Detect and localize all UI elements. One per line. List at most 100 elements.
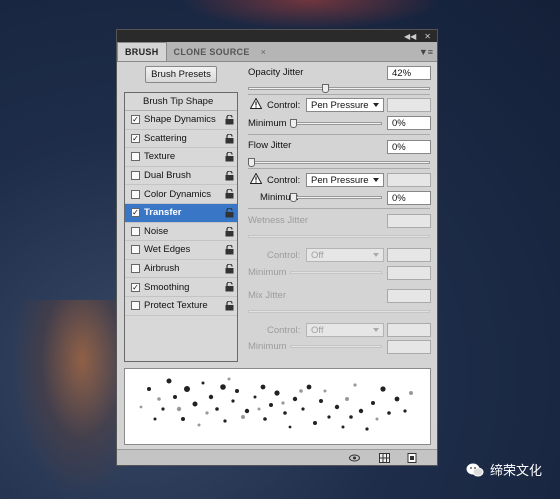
- option-item-shape-dynamics[interactable]: ✓ Shape Dynamics: [125, 111, 237, 130]
- option-checkbox[interactable]: [131, 189, 140, 199]
- chevron-down-icon: [373, 328, 379, 332]
- option-label: Texture: [144, 151, 176, 163]
- warning-icon: [250, 173, 262, 184]
- lock-icon[interactable]: [225, 170, 234, 181]
- option-checkbox[interactable]: ✓: [131, 208, 140, 218]
- option-label: Color Dynamics: [144, 188, 212, 200]
- divider: [248, 134, 430, 135]
- opacity-control-value: Pen Pressure: [311, 99, 369, 111]
- lock-icon[interactable]: [225, 151, 234, 162]
- opacity-minimum-value[interactable]: 0%: [387, 116, 431, 130]
- opacity-minimum-slider[interactable]: [290, 119, 382, 128]
- lock-icon[interactable]: [225, 114, 234, 125]
- option-checkbox[interactable]: [131, 171, 140, 181]
- wetness-minimum-slider: [290, 271, 382, 274]
- brush-eye-icon[interactable]: [349, 453, 360, 463]
- option-label: Transfer: [144, 207, 182, 219]
- wetness-control-value: Off: [311, 249, 324, 261]
- tab-clone-source[interactable]: CLONE SOURCE: [167, 43, 257, 61]
- option-item-noise[interactable]: Noise: [125, 223, 237, 242]
- warning-icon: [250, 98, 262, 109]
- wetness-jitter-value: [387, 214, 431, 228]
- option-checkbox[interactable]: ✓: [131, 133, 140, 143]
- tab-bar: BRUSH CLONE SOURCE × ▼≡: [117, 42, 437, 62]
- wetness-minimum-label: Minimum: [248, 267, 287, 278]
- opacity-control-select[interactable]: Pen Pressure: [306, 98, 384, 112]
- option-label: Dual Brush: [144, 170, 191, 182]
- option-item-transfer[interactable]: ✓ Transfer: [125, 203, 237, 223]
- brush-presets-button[interactable]: Brush Presets: [145, 66, 217, 83]
- mix-control-extra-field: [387, 323, 431, 337]
- flow-minimum-slider-thumb[interactable]: [290, 193, 297, 202]
- wetness-control-label: Control:: [267, 250, 301, 261]
- flow-control-select[interactable]: Pen Pressure: [306, 173, 384, 187]
- opacity-minimum-slider-thumb[interactable]: [290, 119, 297, 128]
- option-label: Wet Edges: [144, 244, 191, 256]
- mix-jitter-value: [387, 289, 431, 303]
- opacity-control-extra-field: [387, 98, 431, 112]
- option-item-color-dynamics[interactable]: Color Dynamics: [125, 185, 237, 204]
- mix-jitter-slider: [248, 310, 430, 313]
- lock-icon[interactable]: [225, 244, 234, 255]
- flow-jitter-slider-thumb[interactable]: [248, 158, 255, 167]
- option-label: Airbrush: [144, 263, 180, 275]
- lock-icon[interactable]: [225, 225, 234, 237]
- opacity-jitter-slider[interactable]: [248, 84, 430, 93]
- option-checkbox[interactable]: [131, 226, 140, 236]
- option-checkbox[interactable]: ✓: [131, 115, 140, 125]
- divider: [248, 208, 430, 209]
- panel-titlebar: ◀◀ ✕: [117, 30, 437, 42]
- lock-icon[interactable]: [225, 300, 234, 311]
- flow-jitter-label: Flow Jitter: [248, 140, 292, 151]
- flow-minimum-value[interactable]: 0%: [387, 191, 431, 205]
- divider: [248, 168, 430, 169]
- chevron-down-icon: [373, 253, 379, 257]
- close-icon[interactable]: ✕: [424, 32, 431, 41]
- mix-control-value: Off: [311, 324, 324, 336]
- option-item-wet-edges[interactable]: Wet Edges: [125, 241, 237, 260]
- watermark-text: 缔荣文化: [489, 463, 542, 478]
- wetness-jitter-label: Wetness Jitter: [248, 215, 309, 226]
- divider: [248, 94, 430, 95]
- option-checkbox[interactable]: [131, 301, 140, 311]
- mix-minimum-slider: [290, 345, 382, 348]
- lock-icon[interactable]: [225, 188, 234, 199]
- flow-jitter-value[interactable]: 0%: [387, 140, 431, 154]
- option-item-dual-brush[interactable]: Dual Brush: [125, 167, 237, 186]
- chevron-down-icon: [373, 103, 379, 107]
- option-item-smoothing[interactable]: ✓ Smoothing: [125, 278, 237, 297]
- new-preset-icon[interactable]: [407, 453, 418, 463]
- lock-icon[interactable]: [225, 281, 234, 292]
- lock-icon[interactable]: [225, 263, 234, 274]
- option-label: Scattering: [144, 132, 187, 144]
- flow-minimum-slider[interactable]: [290, 193, 382, 202]
- option-checkbox[interactable]: ✓: [131, 282, 140, 292]
- lock-icon[interactable]: [225, 207, 234, 218]
- brush-options-list: Brush Tip Shape ✓ Shape Dynamics ✓ Scatteri…: [124, 92, 238, 362]
- mix-minimum-label: Minimum: [248, 341, 287, 352]
- background-glow: [10, 300, 130, 499]
- brush-tip-shape-item[interactable]: Brush Tip Shape: [125, 93, 237, 111]
- opacity-jitter-value[interactable]: 42%: [387, 66, 431, 80]
- option-item-texture[interactable]: Texture: [125, 148, 237, 167]
- flow-jitter-slider[interactable]: [248, 158, 430, 167]
- stroke-preview-dots: [139, 377, 413, 431]
- option-item-protect-texture[interactable]: Protect Texture: [125, 297, 237, 316]
- option-checkbox[interactable]: [131, 152, 140, 162]
- flow-control-value: Pen Pressure: [311, 174, 369, 186]
- wechat-logo-icon: [466, 463, 484, 476]
- tab-brush[interactable]: BRUSH: [117, 42, 167, 61]
- grid-icon[interactable]: [379, 453, 390, 463]
- collapse-icon[interactable]: ◀◀: [404, 32, 416, 41]
- mix-control-select: Off: [306, 323, 384, 337]
- option-checkbox[interactable]: [131, 245, 140, 255]
- mix-minimum-value: [387, 340, 431, 354]
- panel-menu-icon[interactable]: ▼≡: [419, 47, 433, 57]
- tab-close-icon[interactable]: ×: [257, 43, 270, 61]
- lock-icon[interactable]: [225, 133, 234, 144]
- option-checkbox[interactable]: [131, 264, 140, 274]
- option-item-airbrush[interactable]: Airbrush: [125, 260, 237, 279]
- brush-stroke-preview: [124, 368, 431, 445]
- opacity-jitter-slider-thumb[interactable]: [322, 84, 330, 93]
- option-item-scattering[interactable]: ✓ Scattering: [125, 130, 237, 149]
